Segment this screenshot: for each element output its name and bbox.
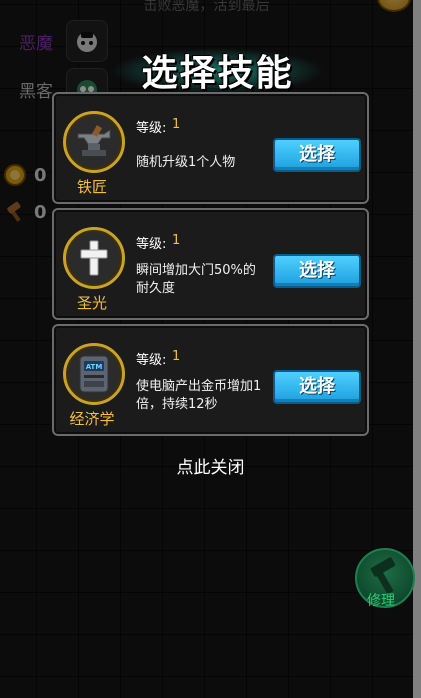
skill-card-economics: ATM 经济学 等级: 1 使电脑产出金币增加1倍，持续12秒 选择 bbox=[52, 324, 369, 436]
skill-card-holy-light: 圣光 等级: 1 瞬间增加大门50%的耐久度 选择 bbox=[52, 208, 369, 320]
skill-level-label: 等级: bbox=[136, 121, 167, 136]
holy-cross-icon bbox=[63, 227, 125, 289]
anvil-icon bbox=[63, 111, 125, 173]
skill-description: 瞬间增加大门50%的耐久度 bbox=[136, 263, 256, 296]
repair-label: 修理 bbox=[367, 593, 395, 609]
skill-level-value: 1 bbox=[172, 349, 181, 364]
skill-level-value: 1 bbox=[172, 233, 181, 248]
skill-description: 使电脑产出金币增加1倍，持续12秒 bbox=[136, 379, 262, 412]
skill-dialog-title: 选择技能 bbox=[110, 40, 325, 98]
atm-icon: ATM bbox=[63, 343, 125, 405]
skill-level-label: 等级: bbox=[136, 353, 167, 368]
skill-level-label: 等级: bbox=[136, 237, 167, 252]
skill-level-value: 1 bbox=[172, 117, 181, 132]
select-skill-button[interactable]: 选择 bbox=[273, 138, 361, 172]
select-skill-button[interactable]: 选择 bbox=[273, 370, 361, 404]
svg-text:ATM: ATM bbox=[86, 363, 103, 371]
dialog-title-text: 选择技能 bbox=[141, 53, 294, 94]
close-dialog-button[interactable]: 点此关闭 bbox=[0, 453, 421, 478]
skill-card-blacksmith: 铁匠 等级: 1 随机升级1个人物 选择 bbox=[52, 92, 369, 204]
skill-description: 随机升级1个人物 bbox=[136, 155, 236, 170]
select-skill-button[interactable]: 选择 bbox=[273, 254, 361, 288]
skill-name: 圣光 bbox=[76, 294, 107, 312]
skill-name: 经济学 bbox=[69, 410, 115, 428]
skill-name: 铁匠 bbox=[76, 178, 107, 196]
